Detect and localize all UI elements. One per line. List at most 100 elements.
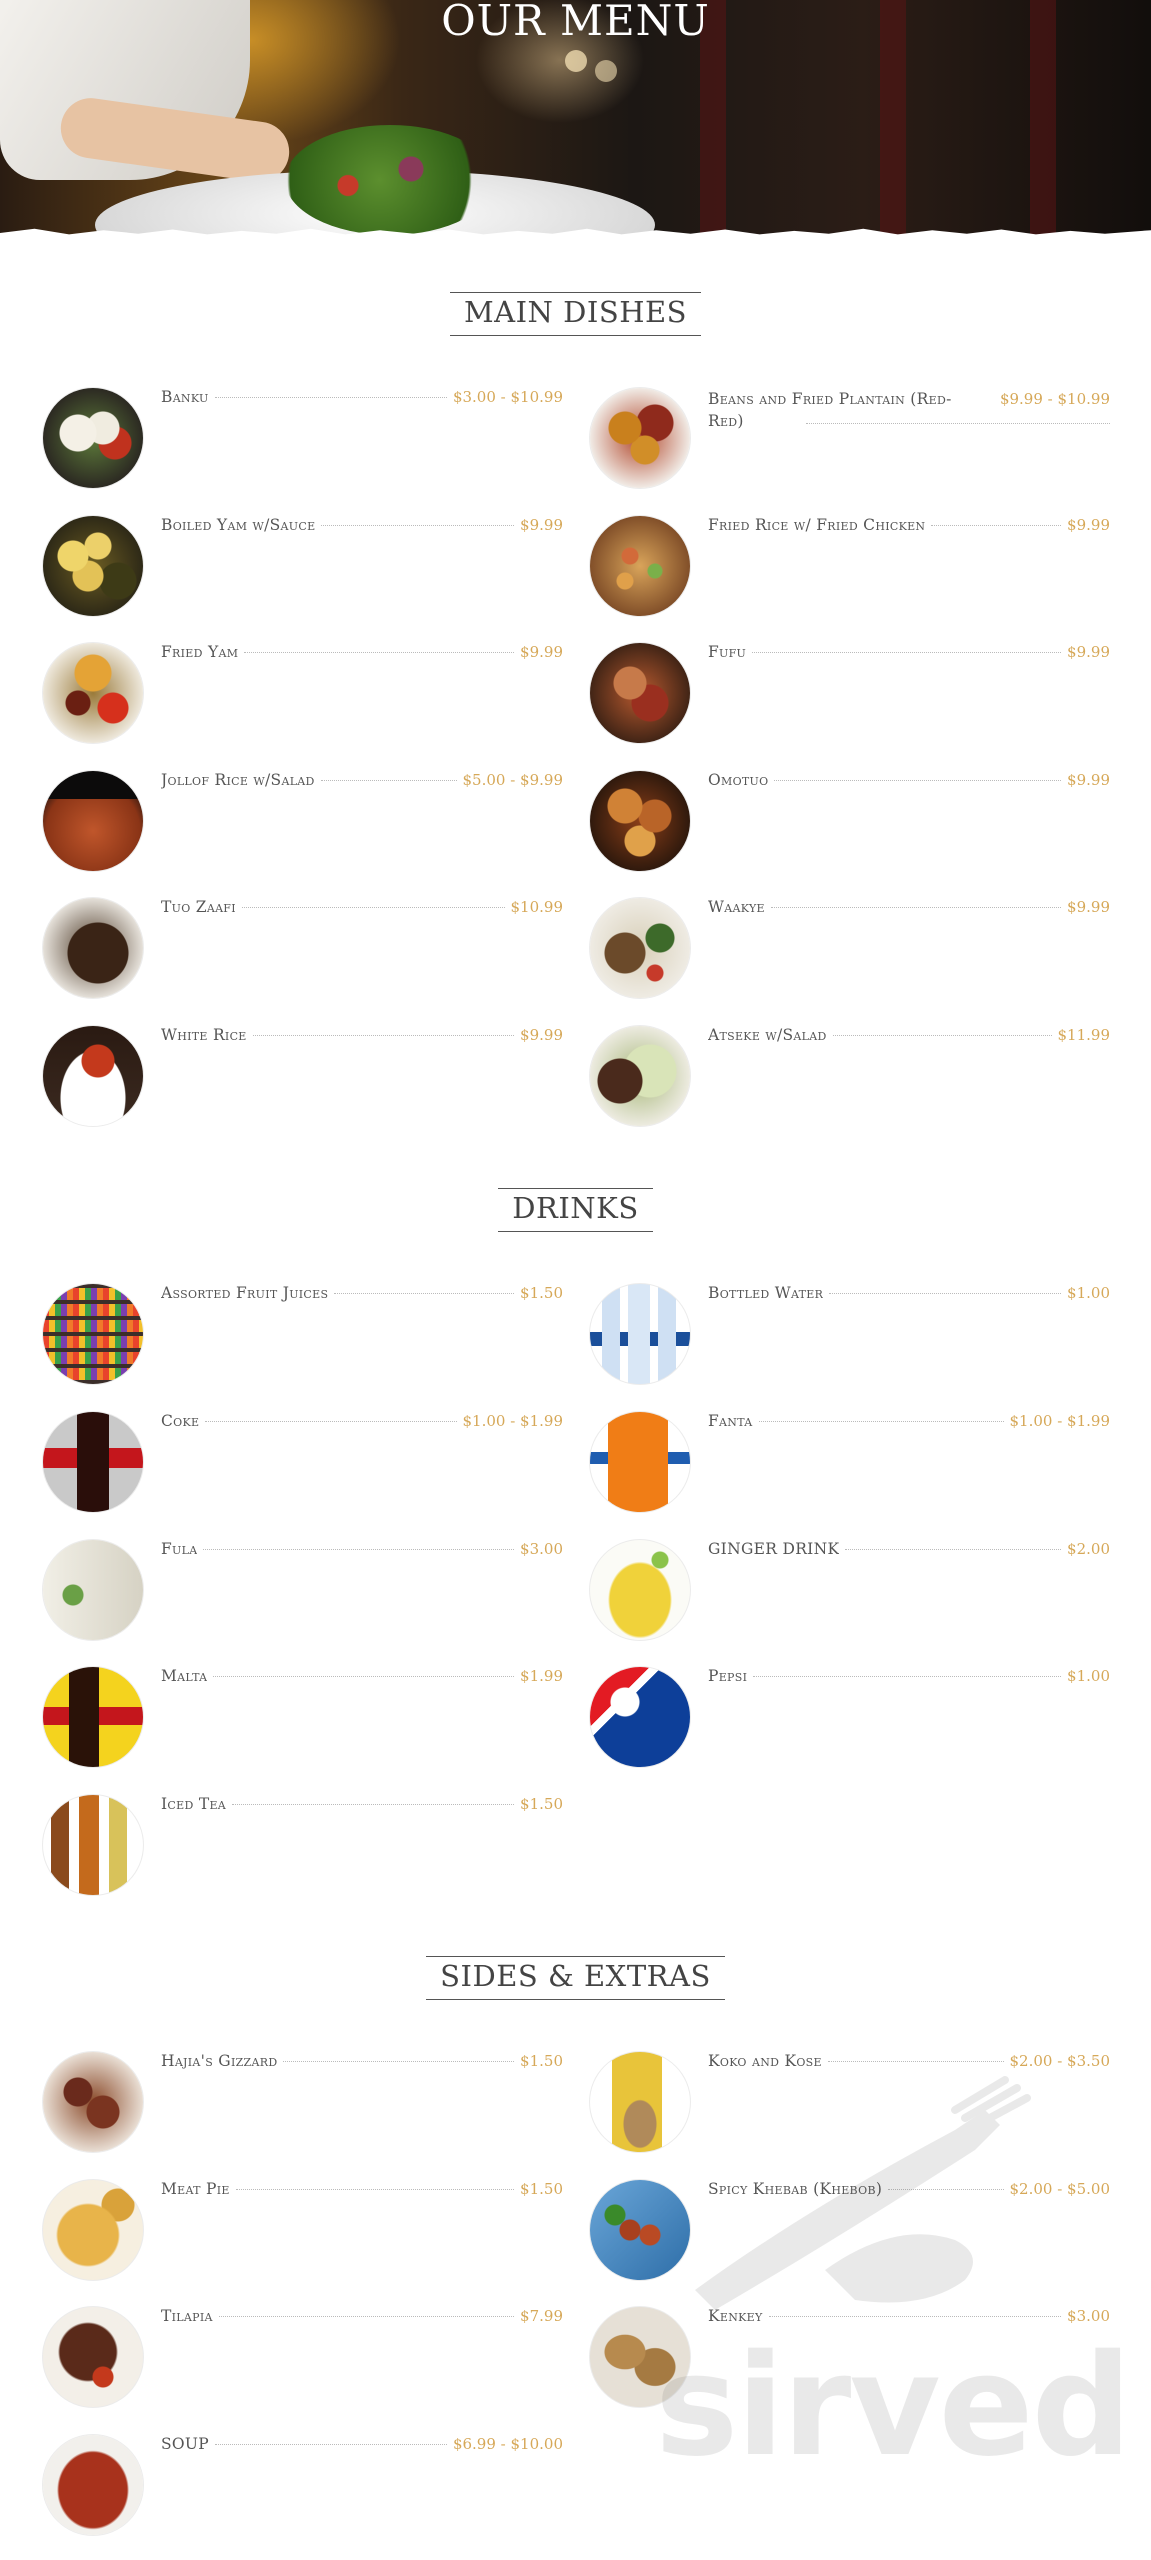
leader-dots (214, 397, 447, 398)
hero-banner: OUR MENU (0, 0, 1151, 240)
fufu-photo (590, 643, 690, 743)
leader-dots (752, 652, 1062, 653)
menu-item[interactable]: Fufu $9.99 (590, 643, 1110, 743)
menu-item[interactable]: Tuo Zaafi $10.99 (43, 898, 563, 998)
item-price: $1.50 (520, 2180, 563, 2198)
item-price: $1.00 (1067, 1667, 1110, 1685)
item-name: Atseke w/Salad (708, 1026, 827, 1044)
menu-item[interactable]: Iced Tea $1.50 (43, 1795, 563, 1895)
item-price: $2.00 (1067, 1540, 1110, 1558)
leader-dots (832, 1035, 1052, 1036)
item-price: $9.99 - $10.99 (999, 390, 1110, 408)
leader-dots (203, 1549, 515, 1550)
item-price: $6.99 - $10.00 (452, 2435, 563, 2453)
waakye-photo (590, 898, 690, 998)
item-name: Spicy Khebab (Khebob) (708, 2180, 883, 2198)
menu-item[interactable]: Malta $1.99 (43, 1667, 563, 1767)
item-name: Fufu (708, 643, 747, 661)
fanta-photo (590, 1412, 690, 1512)
item-name: Fried Rice w/ Fried Chicken (708, 516, 926, 534)
khebab-photo (590, 2180, 690, 2280)
item-price: $9.99 (520, 643, 563, 661)
menu-item[interactable]: Fula $3.00 (43, 1540, 563, 1640)
item-name: Bottled Water (708, 1284, 824, 1302)
soup-photo (43, 2435, 143, 2535)
menu-item[interactable]: Pepsi $1.00 (590, 1667, 1110, 1767)
leader-dots (213, 1676, 515, 1677)
item-name: Koko and Kose (708, 2052, 822, 2070)
leader-dots (888, 2189, 1004, 2190)
menu-item[interactable]: Meat Pie $1.50 (43, 2180, 563, 2280)
menu-item[interactable]: Boiled Yam w/Sauce $9.99 (43, 516, 563, 616)
leader-dots (215, 2444, 447, 2445)
item-name: Boiled Yam w/Sauce (161, 516, 316, 534)
red-red-photo (590, 388, 690, 488)
item-name: Pepsi (708, 1667, 748, 1685)
hero-bokeh (565, 50, 587, 72)
item-price: $9.99 (520, 516, 563, 534)
item-name: Iced Tea (161, 1795, 227, 1813)
menu-item[interactable]: Jollof Rice w/Salad $5.00 - $9.99 (43, 771, 563, 871)
page-title: OUR MENU (441, 0, 710, 45)
menu-item[interactable]: Atseke w/Salad $11.99 (590, 1026, 1110, 1126)
item-name: Beans and Fried Plantain (Red-Red) (708, 390, 952, 430)
kenkey-photo (590, 2307, 690, 2407)
leader-dots (845, 1549, 1062, 1550)
menu-item[interactable]: Coke $1.00 - $1.99 (43, 1412, 563, 1512)
menu-item[interactable]: Assorted Fruit Juices $1.50 (43, 1284, 563, 1384)
leader-dots (235, 2189, 515, 2190)
menu-item[interactable]: SOUP $6.99 - $10.00 (43, 2435, 563, 2535)
menu-item[interactable]: White Rice $9.99 (43, 1026, 563, 1126)
leader-dots (232, 1804, 515, 1805)
omotuo-photo (590, 771, 690, 871)
hero-salad (285, 125, 495, 235)
tilapia-photo (43, 2307, 143, 2407)
menu-item[interactable]: Koko and Kose $2.00 - $3.50 (590, 2052, 1110, 2152)
white-rice-photo (43, 1026, 143, 1126)
menu-item[interactable]: Spicy Khebab (Khebob) $2.00 - $5.00 (590, 2180, 1110, 2280)
koko-photo (590, 2052, 690, 2152)
item-name: Omotuo (708, 771, 769, 789)
menu-item[interactable]: Fried Yam $9.99 (43, 643, 563, 743)
leader-dots (321, 525, 515, 526)
leader-dots (931, 525, 1062, 526)
fula-photo (43, 1540, 143, 1640)
item-name: Jollof Rice w/Salad (161, 771, 315, 789)
tuo-zaafi-photo (43, 898, 143, 998)
menu-item[interactable]: Fanta $1.00 - $1.99 (590, 1412, 1110, 1512)
menu-item[interactable]: Hajia's Gizzard $1.50 (43, 2052, 563, 2152)
menu-item[interactable]: Fried Rice w/ Fried Chicken $9.99 (590, 516, 1110, 616)
menu-item[interactable]: Omotuo $9.99 (590, 771, 1110, 871)
jollof-photo (43, 771, 143, 871)
menu-item[interactable]: Bottled Water $1.00 (590, 1284, 1110, 1384)
item-price: $7.99 (520, 2307, 563, 2325)
atseke-photo (590, 1026, 690, 1126)
item-price: $3.00 (520, 1540, 563, 1558)
item-price: $1.50 (520, 1795, 563, 1813)
meat-pie-photo (43, 2180, 143, 2280)
banku-photo (43, 388, 143, 488)
section-heading: MAIN DISHES (449, 292, 702, 336)
leader-dots (753, 1676, 1062, 1677)
leader-dots (241, 907, 505, 908)
menu-item[interactable]: Tilapia $7.99 (43, 2307, 563, 2407)
menu-item[interactable]: GINGER DRINK $2.00 (590, 1540, 1110, 1640)
menu-item[interactable]: Kenkey $3.00 (590, 2307, 1110, 2407)
menu-item[interactable]: Beans and Fried Plantain (Red-Red) $9.99 … (590, 388, 1110, 488)
leader-dots (774, 780, 1062, 781)
item-name: White Rice (161, 1026, 247, 1044)
section-title-drinks: DRINKS (0, 1188, 1151, 1232)
leader-dots (252, 1035, 515, 1036)
leader-dots (334, 1293, 515, 1294)
section-title-main-dishes: MAIN DISHES (0, 292, 1151, 336)
item-price: $1.00 (1067, 1284, 1110, 1302)
fried-yam-photo (43, 643, 143, 743)
menu-item[interactable]: Waakye $9.99 (590, 898, 1110, 998)
menu-item[interactable]: Banku $3.00 - $10.99 (43, 388, 563, 488)
item-name: Banku (161, 388, 209, 406)
leader-dots (770, 907, 1062, 908)
item-price: $1.00 - $1.99 (1009, 1412, 1111, 1430)
coke-photo (43, 1412, 143, 1512)
item-name: Waakye (708, 898, 765, 916)
item-price: $1.50 (520, 1284, 563, 1302)
